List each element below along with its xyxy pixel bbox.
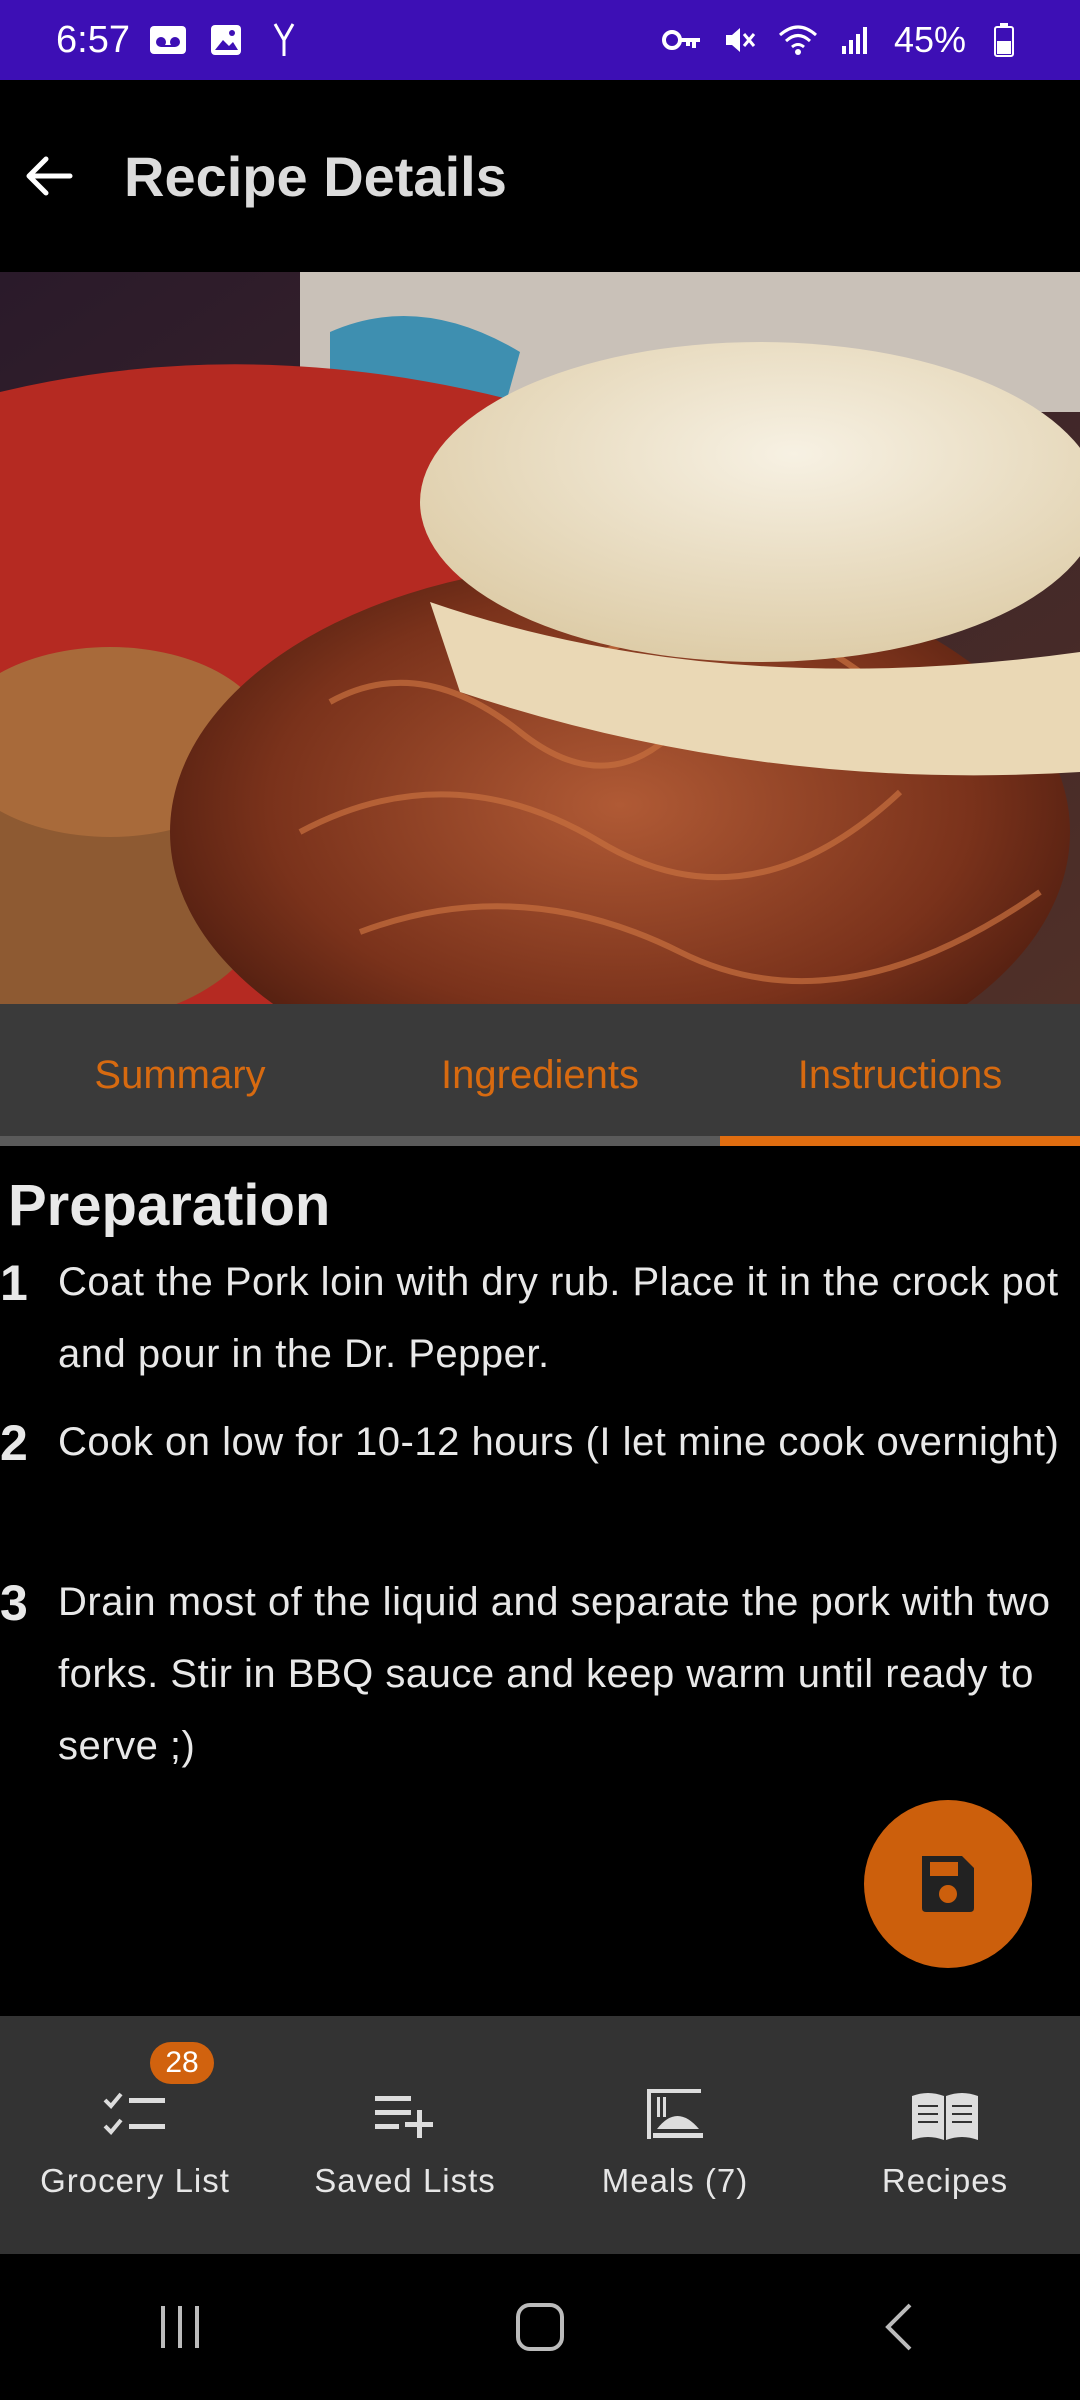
save-icon	[922, 1856, 974, 1912]
step-text: Cook on low for 10-12 hours (I let mine …	[58, 1420, 1060, 1464]
recent-apps-button[interactable]	[120, 2267, 240, 2387]
save-recipe-button[interactable]	[864, 1800, 1032, 1968]
app-bar: Recipe Details	[0, 80, 1080, 272]
step-text: Drain most of the liquid and separate th…	[58, 1580, 1051, 1768]
step-text: Coat the Pork loin with dry rub. Place i…	[58, 1260, 1059, 1376]
tab-label: Ingredients	[441, 1052, 639, 1097]
recipe-photo	[0, 272, 1080, 1004]
tab-indicator	[360, 1136, 720, 1146]
home-icon	[516, 2303, 564, 2351]
step-number: 3	[0, 1575, 28, 1631]
bottom-navigation: 28 Grocery List Saved Lists Meals (7) Re…	[0, 2016, 1080, 2254]
vpn-key-icon	[661, 20, 702, 60]
home-button[interactable]	[480, 2267, 600, 2387]
page-title: Recipe Details	[124, 144, 507, 208]
tab-indicator-active	[720, 1136, 1080, 1146]
nav-label: Saved Lists	[314, 2162, 496, 2199]
voicemail-icon	[148, 20, 188, 60]
chevron-left-icon	[885, 2303, 912, 2351]
battery-icon	[984, 20, 1024, 60]
section-title: Preparation	[8, 1173, 331, 1238]
tab-ingredients[interactable]: Ingredients	[360, 1004, 720, 1146]
playlist-add-icon	[370, 2080, 440, 2150]
tab-label: Instructions	[797, 1052, 1003, 1097]
nav-saved-lists[interactable]: Saved Lists	[270, 2016, 540, 2254]
tab-summary[interactable]: Summary	[0, 1004, 360, 1146]
book-icon	[910, 2080, 980, 2150]
tab-bar: Summary Ingredients Instructions	[0, 1004, 1080, 1146]
nav-recipes[interactable]: Recipes	[810, 2016, 1080, 2254]
grocery-count-badge: 28	[150, 2042, 214, 2084]
battery-percent: 45%	[893, 19, 966, 60]
nav-label: Recipes	[881, 2162, 1009, 2199]
fork-icon	[264, 20, 304, 60]
status-left: 6:57	[56, 19, 304, 62]
nav-grocery-list[interactable]: 28 Grocery List	[0, 2016, 270, 2254]
tab-indicator	[0, 1136, 360, 1146]
step-number: 1	[0, 1255, 28, 1311]
step-number: 2	[0, 1415, 28, 1471]
status-bar: 6:57 45%	[0, 0, 1080, 80]
image-icon	[206, 20, 246, 60]
back-button[interactable]	[0, 128, 96, 224]
recents-icon	[161, 2306, 199, 2348]
checklist-icon	[100, 2080, 170, 2150]
wifi-icon	[778, 20, 818, 60]
arrow-back-icon	[26, 156, 73, 196]
mute-icon	[720, 20, 760, 60]
tab-instructions[interactable]: Instructions	[720, 1004, 1080, 1146]
status-right: 45%	[661, 19, 1024, 61]
status-time: 6:57	[56, 18, 130, 61]
nav-meals[interactable]: Meals (7)	[540, 2016, 810, 2254]
system-navigation-bar	[0, 2254, 1080, 2400]
system-back-button[interactable]	[840, 2267, 960, 2387]
tab-label: Summary	[94, 1052, 266, 1097]
meal-icon	[640, 2080, 710, 2150]
nav-label: Meals (7)	[601, 2162, 749, 2199]
nav-label: Grocery List	[40, 2162, 230, 2199]
signal-icon	[836, 20, 876, 60]
